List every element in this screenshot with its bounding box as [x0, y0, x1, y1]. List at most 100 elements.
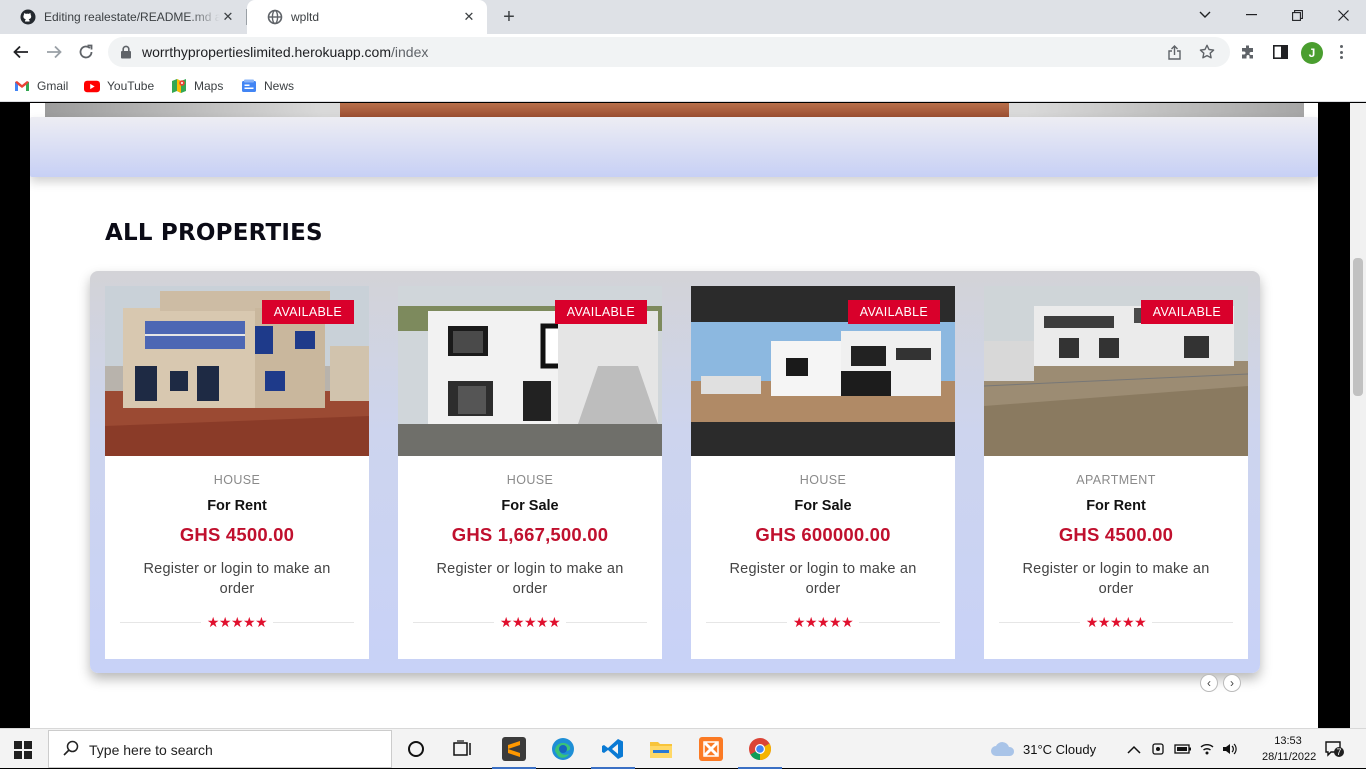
- property-image[interactable]: AVAILABLE: [398, 286, 662, 456]
- close-window-icon[interactable]: [1320, 0, 1366, 30]
- star-icons: ★★★★★: [493, 614, 567, 630]
- tab-strip: Editing realestate/README.md at ✕ wpltd …: [0, 0, 1366, 34]
- property-note: Register or login to make an order: [1022, 561, 1210, 597]
- property-type: HOUSE: [213, 473, 261, 487]
- star-icons: ★★★★★: [786, 614, 860, 630]
- minimize-icon[interactable]: [1228, 0, 1274, 30]
- cloud-icon: [991, 742, 1015, 756]
- rating-stars: ★★★★★: [691, 614, 955, 631]
- property-deal: For Rent: [1086, 498, 1146, 514]
- property-image[interactable]: AVAILABLE: [984, 286, 1248, 456]
- url-path: /index: [391, 44, 429, 60]
- vscode-icon[interactable]: [591, 733, 635, 769]
- carousel-next-icon[interactable]: ›: [1223, 674, 1241, 692]
- clock-date: 28/11/2022: [1262, 751, 1317, 763]
- bookmark-label: News: [264, 79, 295, 93]
- availability-badge: AVAILABLE: [1140, 300, 1233, 324]
- tab-title: Editing realestate/README.md at: [44, 10, 220, 24]
- bookmark-youtube[interactable]: YouTube: [84, 76, 154, 96]
- new-tab-icon[interactable]: +: [498, 6, 520, 28]
- hero-image-floor: [340, 103, 1009, 117]
- property-type: HOUSE: [506, 473, 554, 487]
- share-icon[interactable]: [1166, 44, 1182, 60]
- availability-badge: AVAILABLE: [261, 300, 354, 324]
- property-note: Register or login to make an order: [143, 561, 331, 597]
- volume-icon[interactable]: [1222, 729, 1238, 769]
- wifi-icon[interactable]: [1199, 729, 1215, 769]
- sublime-text-icon[interactable]: [492, 733, 536, 769]
- property-card[interactable]: AVAILABLE HOUSE For Rent GHS 4500.00 Reg…: [105, 286, 369, 659]
- property-image[interactable]: AVAILABLE: [105, 286, 369, 456]
- star-icons: ★★★★★: [1079, 614, 1153, 630]
- property-card[interactable]: AVAILABLE APARTMENT For Rent GHS 4500.00…: [984, 286, 1248, 659]
- cortana-icon[interactable]: [400, 733, 432, 765]
- restore-icon[interactable]: [1274, 0, 1320, 30]
- tab-search-chevron-icon[interactable]: [1182, 0, 1228, 30]
- bookmarks-bar: Gmail YouTube Maps News: [0, 70, 1366, 102]
- address-bar[interactable]: worrthypropertieslimited.herokuapp.com/i…: [108, 37, 1230, 67]
- weather-text: 31°C Cloudy: [1023, 741, 1097, 757]
- property-image[interactable]: AVAILABLE: [691, 286, 955, 456]
- bookmark-label: Gmail: [37, 79, 69, 93]
- extensions-icon[interactable]: [1239, 43, 1257, 61]
- bookmark-label: Maps: [194, 79, 224, 93]
- notification-icon[interactable]: 7: [1325, 740, 1345, 758]
- url-text: worrthypropertieslimited.herokuapp.com/i…: [142, 44, 428, 60]
- side-panel-icon[interactable]: [1271, 43, 1289, 61]
- bookmark-gmail[interactable]: Gmail: [14, 76, 68, 96]
- bookmark-star-icon[interactable]: [1199, 44, 1215, 60]
- rating-stars: ★★★★★: [105, 614, 369, 631]
- weather-widget[interactable]: 31°C Cloudy: [990, 729, 1096, 769]
- tab-github[interactable]: Editing realestate/README.md at ✕: [0, 0, 246, 34]
- notification-count: 7: [1336, 747, 1342, 757]
- availability-badge: AVAILABLE: [847, 300, 940, 324]
- property-price: GHS 4500.00: [179, 524, 295, 545]
- xampp-icon[interactable]: [695, 733, 727, 765]
- profile-avatar[interactable]: J: [1301, 42, 1323, 64]
- property-card[interactable]: AVAILABLE HOUSE For Sale GHS 1,667,500.0…: [398, 286, 662, 659]
- lock-icon[interactable]: [120, 45, 134, 59]
- property-deal: For Sale: [501, 498, 559, 514]
- windows-start-icon[interactable]: [14, 741, 32, 759]
- page-scrollbar[interactable]: [1350, 103, 1366, 728]
- property-card[interactable]: AVAILABLE HOUSE For Sale GHS 600000.00 R…: [691, 286, 955, 659]
- system-clock[interactable]: 13:53 28/11/2022: [1262, 733, 1317, 765]
- battery-icon[interactable]: [1174, 729, 1192, 769]
- property-deal: For Sale: [794, 498, 852, 514]
- bookmark-news[interactable]: News: [241, 76, 294, 96]
- taskbar-search-input[interactable]: Type here to search: [48, 730, 392, 768]
- property-price: GHS 1,667,500.00: [451, 524, 609, 545]
- meet-now-icon[interactable]: [1151, 729, 1167, 769]
- edge-icon[interactable]: [547, 733, 579, 765]
- show-hidden-icons[interactable]: [1127, 729, 1141, 769]
- maps-icon: [171, 79, 187, 93]
- property-type: APARTMENT: [1076, 473, 1156, 487]
- carousel-prev-icon[interactable]: ‹: [1200, 674, 1218, 692]
- reload-icon[interactable]: [74, 40, 98, 64]
- file-explorer-icon[interactable]: [645, 733, 677, 765]
- task-view-icon[interactable]: [447, 733, 479, 765]
- browser-toolbar: worrthypropertieslimited.herokuapp.com/i…: [0, 34, 1366, 70]
- search-placeholder: Type here to search: [89, 742, 213, 758]
- star-icons: ★★★★★: [200, 614, 274, 630]
- bookmark-maps[interactable]: Maps: [171, 76, 223, 96]
- property-price: GHS 4500.00: [1058, 524, 1174, 545]
- chrome-icon[interactable]: [738, 733, 782, 769]
- more-menu-icon[interactable]: [1336, 42, 1346, 62]
- tab-wpltd[interactable]: wpltd ✕: [247, 0, 487, 34]
- youtube-icon: [84, 79, 100, 93]
- rating-stars: ★★★★★: [984, 614, 1248, 631]
- close-tab-icon[interactable]: ✕: [461, 9, 477, 25]
- bookmark-label: YouTube: [107, 79, 155, 93]
- close-tab-icon[interactable]: ✕: [220, 9, 236, 25]
- back-arrow-icon[interactable]: [9, 40, 33, 64]
- globe-icon: [267, 9, 283, 25]
- scrollbar-thumb[interactable]: [1353, 258, 1363, 396]
- property-deal: For Rent: [207, 498, 267, 514]
- page-content: ALL PROPERTIES AVAILABLE HOUSE For Rent …: [30, 103, 1318, 728]
- properties-carousel: AVAILABLE HOUSE For Rent GHS 4500.00 Reg…: [90, 271, 1260, 673]
- gmail-icon: [14, 79, 30, 93]
- news-icon: [241, 79, 257, 93]
- forward-arrow-icon[interactable]: [42, 40, 66, 64]
- search-icon: [63, 740, 81, 758]
